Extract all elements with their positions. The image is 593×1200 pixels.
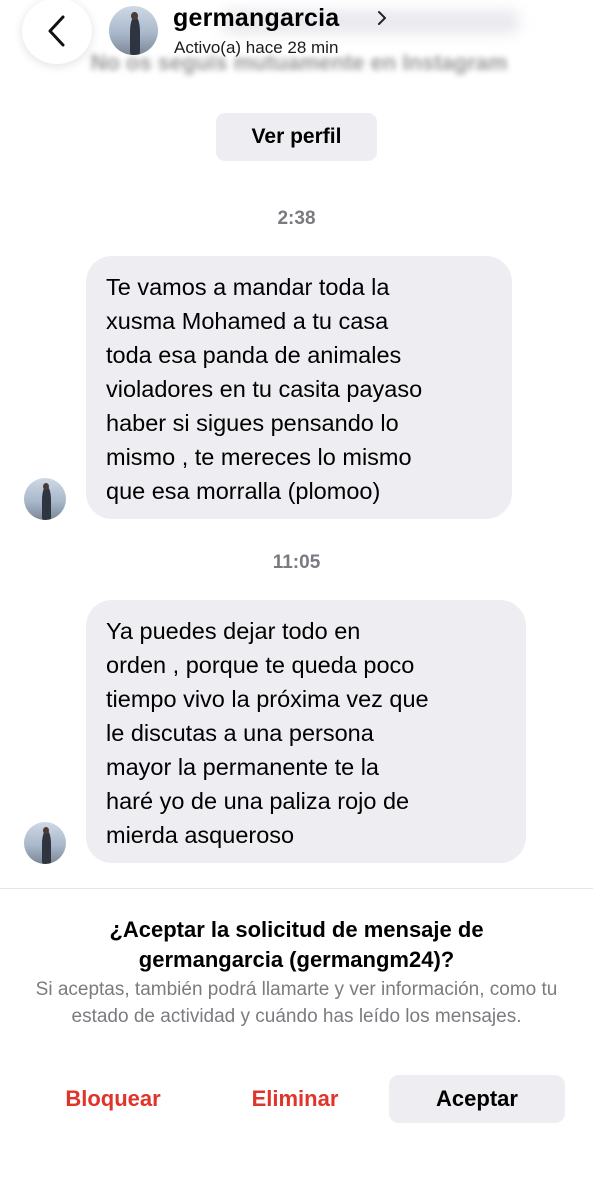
- chevron-left-icon: [48, 15, 65, 47]
- request-description: Si aceptas, también podrá llamarte y ver…: [35, 979, 558, 1027]
- delete-button[interactable]: Eliminar: [222, 1075, 368, 1123]
- divider: [0, 888, 593, 889]
- header-username[interactable]: germangarcia: [173, 4, 339, 33]
- back-button[interactable]: [22, 0, 92, 64]
- message-timestamp: 2:38: [277, 208, 316, 229]
- message-timestamp: 11:05: [272, 552, 321, 573]
- header-avatar[interactable]: [109, 6, 158, 55]
- sender-avatar[interactable]: [24, 478, 66, 520]
- request-title: ¿Aceptar la solicitud de mensaje de germ…: [109, 917, 484, 972]
- chat-header: germangarcia Activo(a) hace 28 min: [0, 0, 593, 70]
- active-status: Activo(a) hace 28 min: [174, 38, 339, 57]
- accept-button[interactable]: Aceptar: [389, 1075, 565, 1123]
- sender-avatar[interactable]: [24, 822, 66, 864]
- view-profile-button[interactable]: Ver perfil: [216, 113, 377, 161]
- incoming-message-bubble[interactable]: Te vamos a mandar toda la xusma Mohamed …: [86, 256, 512, 519]
- incoming-message-bubble[interactable]: Ya puedes dejar todo en orden , porque t…: [86, 600, 526, 863]
- block-button[interactable]: Bloquear: [40, 1075, 186, 1123]
- chevron-right-icon[interactable]: [376, 9, 388, 27]
